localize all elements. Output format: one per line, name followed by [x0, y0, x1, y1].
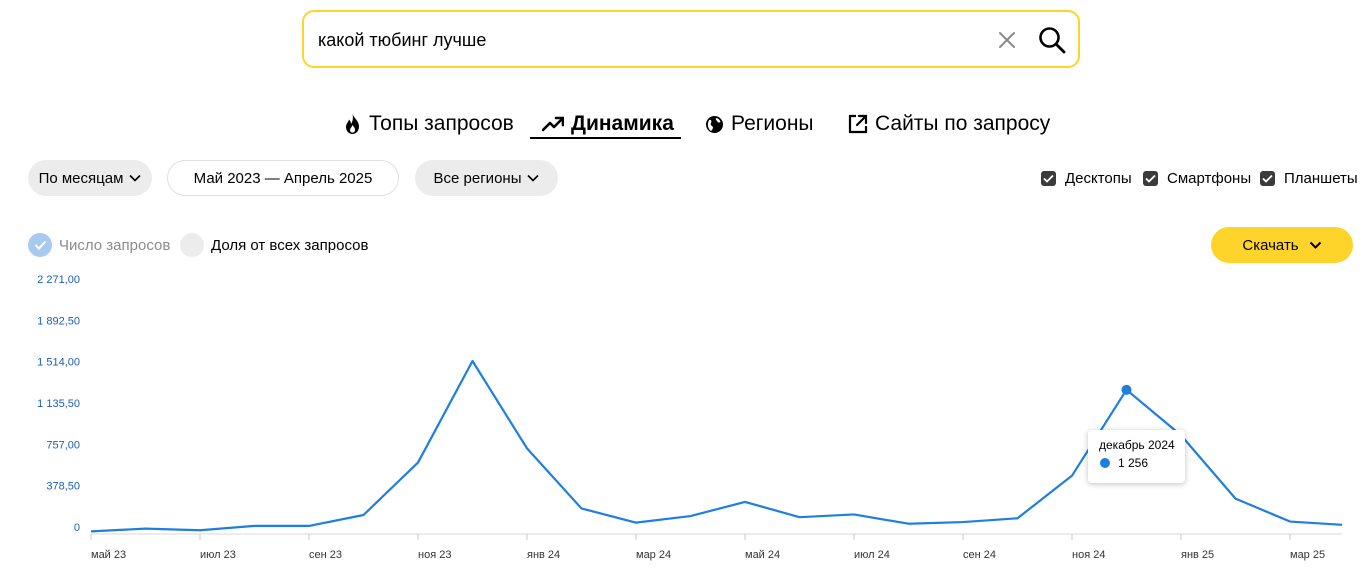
x-tick-label: мар 25: [1290, 549, 1325, 561]
line-chart: 2 271,00 1 892,50 1 514,00 1 135,50 757,00 37…: [37, 274, 1343, 561]
tab-sites[interactable]: Сайты по запросу: [848, 108, 1050, 140]
tab-dynamics[interactable]: Динамика: [542, 108, 674, 140]
x-tick-label: июл 24: [854, 549, 890, 561]
radio-absolute[interactable]: Число запросов: [28, 232, 170, 258]
checkbox-label: Планшеты: [1284, 169, 1358, 187]
region-label: Все регионы: [433, 169, 522, 187]
tab-label: Топы запросов: [369, 112, 514, 135]
y-tick-label: 1 135,50: [37, 398, 80, 410]
x-tick-label: май 23: [91, 549, 126, 561]
download-label: Скачать: [1242, 236, 1299, 254]
y-tick-label: 1 892,50: [37, 315, 80, 327]
x-tick-label: янв 24: [527, 549, 560, 561]
x-tick-label: янв 25: [1181, 549, 1214, 561]
check-icon: [28, 233, 52, 257]
highlighted-data-point[interactable]: [1121, 384, 1132, 395]
fire-icon: [346, 114, 359, 134]
x-tick-label: сен 24: [963, 549, 996, 561]
tooltip-series-dot: [1100, 458, 1110, 468]
chevron-down-icon: [1309, 241, 1321, 249]
checkbox-smartphones[interactable]: Смартфоны: [1143, 168, 1251, 188]
download-button[interactable]: Скачать: [1211, 227, 1353, 263]
radio-share[interactable]: Доля от всех запросов: [180, 232, 368, 258]
tab-regions[interactable]: Регионы: [705, 108, 814, 140]
trend-up-icon: [542, 116, 564, 132]
tab-label: Сайты по запросу: [875, 112, 1051, 135]
y-tick-label: 757,00: [46, 439, 80, 451]
x-tick-label: сен 23: [309, 549, 342, 561]
search-box: [302, 10, 1080, 68]
x-tick-label: ноя 23: [418, 549, 451, 561]
search-icon[interactable]: [1037, 25, 1067, 55]
checkbox-checked-icon: [1041, 170, 1056, 186]
y-tick-label: 2 271,00: [37, 274, 80, 286]
date-range-label: Май 2023 — Апрель 2025: [193, 169, 373, 187]
tab-label: Динамика: [571, 112, 674, 135]
date-range-picker[interactable]: Май 2023 — Апрель 2025: [167, 160, 399, 196]
chart-tooltip: декабрь 2024 1 256: [1088, 430, 1185, 483]
y-tick-label: 378,50: [46, 481, 80, 493]
checkbox-checked-icon: [1260, 170, 1275, 186]
x-tick-label: ноя 24: [1072, 549, 1105, 561]
clear-icon[interactable]: [996, 29, 1018, 51]
radio-label: Доля от всех запросов: [211, 236, 369, 254]
tooltip-title: декабрь 2024: [1099, 438, 1175, 452]
checkbox-label: Смартфоны: [1167, 169, 1252, 187]
x-tick-label: июл 23: [200, 549, 236, 561]
globe-icon: [706, 115, 723, 133]
radio-empty-icon: [180, 233, 204, 257]
checkbox-tablets[interactable]: Планшеты: [1260, 168, 1358, 188]
tooltip-value: 1 256: [1118, 456, 1149, 470]
period-group-label: По месяцам: [38, 169, 124, 187]
y-tick-label: 1 514,00: [37, 357, 80, 369]
y-tick-label: 0: [74, 522, 80, 534]
search-input[interactable]: [318, 26, 978, 54]
checkbox-desktops[interactable]: Десктопы: [1041, 168, 1132, 188]
x-tick-label: мар 24: [636, 549, 671, 561]
checkbox-label: Десктопы: [1065, 169, 1132, 187]
checkbox-checked-icon: [1143, 170, 1158, 186]
period-group-select[interactable]: По месяцам: [28, 160, 152, 196]
external-link-icon: [848, 114, 868, 134]
tabs: Топы запросов Динамика Регионы Сайты по …: [0, 108, 1372, 142]
chevron-down-icon: [527, 174, 540, 182]
tab-label: Регионы: [731, 112, 814, 135]
radio-label: Число запросов: [59, 236, 171, 254]
chevron-down-icon: [129, 174, 141, 182]
region-select[interactable]: Все регионы: [415, 160, 558, 196]
active-tab-underline: [530, 137, 681, 139]
tab-top-queries[interactable]: Топы запросов: [343, 108, 514, 140]
x-tick-label: май 24: [745, 549, 780, 561]
